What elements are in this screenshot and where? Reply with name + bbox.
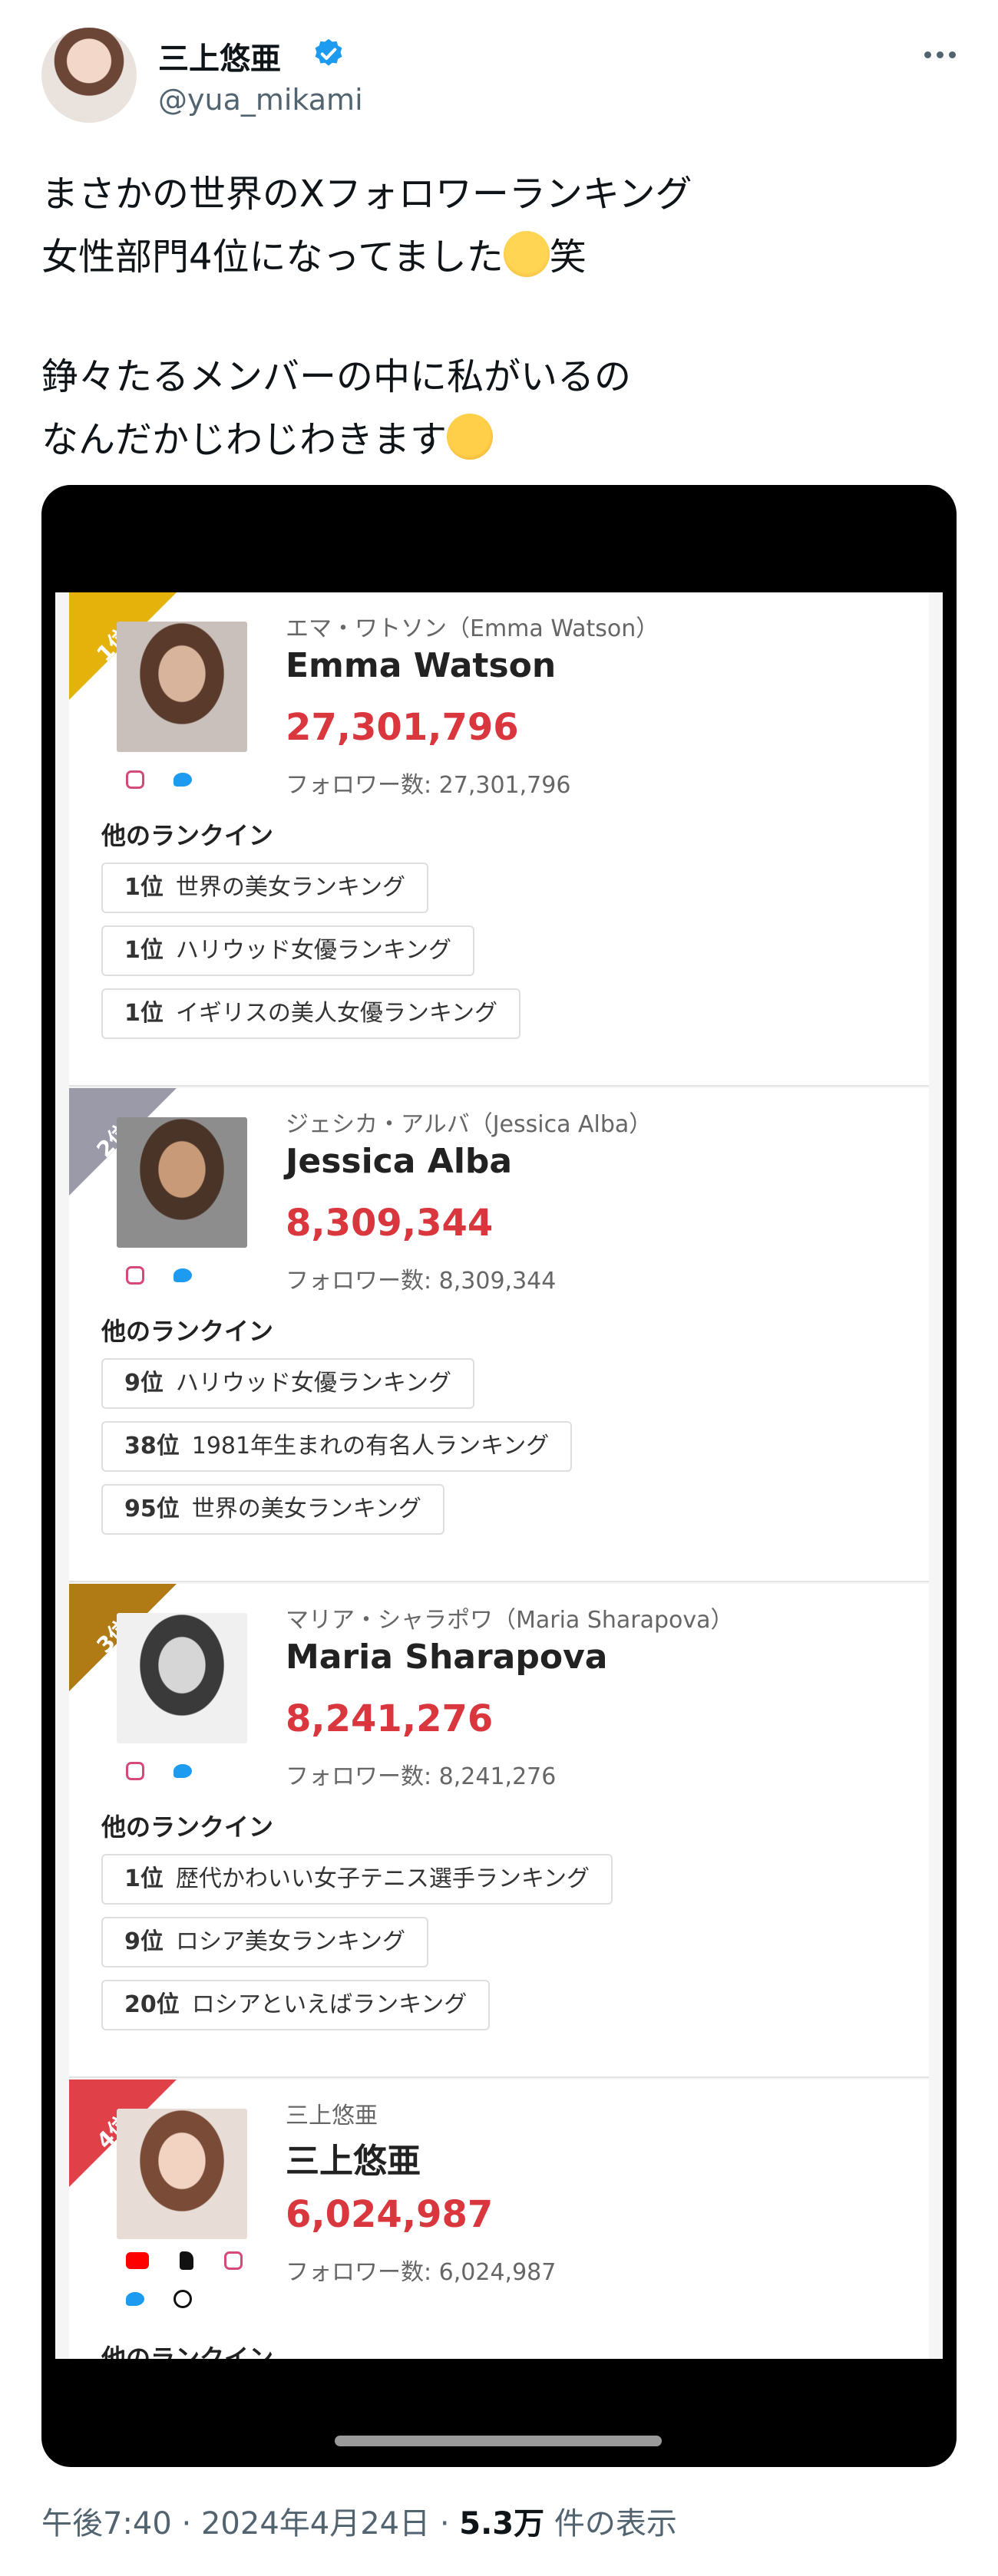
celebrity-name[interactable]: Maria Sharapova bbox=[286, 1638, 607, 1677]
ranking-card-3: 3位 マリア・シャラポワ（Maria Sharapova） Maria Shar… bbox=[69, 1584, 929, 2078]
follower-count: 8,241,276 bbox=[286, 1697, 494, 1740]
ranking-chip[interactable]: 9位 ハリウッド女優ランキング bbox=[101, 1358, 474, 1409]
follower-count: 6,024,987 bbox=[286, 2193, 494, 2236]
ranking-chip[interactable]: 9位 ロシア美女ランキング bbox=[101, 1917, 428, 1967]
tweet-line-2: 女性部門4位になってました笑 bbox=[41, 226, 947, 289]
ranking-chip[interactable]: 95位 世界の美女ランキング bbox=[101, 1484, 444, 1535]
celebrity-photo bbox=[117, 2109, 247, 2239]
tiktok-icon[interactable] bbox=[180, 2251, 193, 2270]
celebrity-name[interactable]: Emma Watson bbox=[286, 646, 556, 685]
instagram-icon[interactable] bbox=[126, 1266, 144, 1285]
other-rankings-title: 他のランクイン bbox=[101, 2343, 274, 2359]
instagram-icon[interactable] bbox=[126, 770, 144, 789]
twitter-icon[interactable] bbox=[126, 2292, 144, 2306]
threads-icon[interactable] bbox=[173, 2290, 192, 2308]
celebrity-photo bbox=[117, 622, 247, 752]
view-count: 5.3万 bbox=[459, 2506, 545, 2541]
other-rankings-list: 1位 歴代かわいい女子テニス選手ランキング 9位 ロシア美女ランキング 20位 ロシア… bbox=[101, 1854, 613, 2043]
other-rankings-title: 他のランクイン bbox=[101, 821, 274, 850]
sns-links bbox=[126, 1762, 192, 1780]
follower-label: フォロワー数: 27,301,796 bbox=[286, 772, 571, 799]
instagram-icon[interactable] bbox=[224, 2251, 243, 2270]
tweet-line-3: 錚々たるメンバーの中に私がいるの bbox=[41, 355, 632, 398]
tweet-line-4: なんだかじわじわきます bbox=[41, 406, 947, 471]
other-rankings-list: 9位 ハリウッド女優ランキング 38位 1981年生まれの有名人ランキング 95位世… bbox=[101, 1358, 573, 1547]
other-rankings-list: 1位 世界の美女ランキング 1位 ハリウッド女優ランキング 1位 イギリスの美人女優ラ… bbox=[101, 863, 520, 1051]
ranking-screenshot: 1位 エマ・ワトソン（Emma Watson） Emma Watson 27,3… bbox=[55, 592, 943, 2359]
celebrity-jp-name: 三上悠亜 bbox=[286, 2103, 378, 2129]
tweet-timestamp[interactable]: 午後7:40 · 2024年4月24日 · bbox=[41, 2506, 459, 2541]
celebrity-name[interactable]: Jessica Alba bbox=[286, 1142, 512, 1181]
sns-links bbox=[126, 2251, 243, 2270]
celebrity-jp-name: ジェシカ・アルバ（Jessica Alba） bbox=[286, 1111, 653, 1138]
youtube-icon[interactable] bbox=[126, 2252, 149, 2269]
follower-count: 8,309,344 bbox=[286, 1202, 494, 1245]
ranking-chip[interactable]: 38位 1981年生まれの有名人ランキング bbox=[101, 1421, 573, 1472]
celebrity-photo bbox=[117, 1613, 247, 1743]
sns-links bbox=[126, 1266, 192, 1285]
ranking-chip[interactable]: 1位 ハリウッド女優ランキング bbox=[101, 925, 474, 976]
kissing-cat-emoji-icon bbox=[503, 231, 550, 277]
twitter-icon[interactable] bbox=[173, 1764, 192, 1778]
rolling-laughing-emoji-icon bbox=[439, 406, 501, 467]
ranking-card-1: 1位 エマ・ワトソン（Emma Watson） Emma Watson 27,3… bbox=[69, 592, 929, 1087]
ranking-chip[interactable]: 1位 イギリスの美人女優ランキング bbox=[101, 988, 520, 1039]
author-name[interactable]: 三上悠亜 bbox=[158, 34, 281, 78]
twitter-icon[interactable] bbox=[173, 1268, 192, 1282]
view-label: 件の表示 bbox=[544, 2506, 677, 2541]
other-rankings-title: 他のランクイン bbox=[101, 1812, 274, 1842]
sns-links bbox=[126, 770, 192, 789]
more-options-icon[interactable] bbox=[917, 35, 963, 74]
ranking-chip[interactable]: 1位 歴代かわいい女子テニス選手ランキング bbox=[101, 1854, 613, 1905]
celebrity-name[interactable]: 三上悠亜 bbox=[286, 2133, 421, 2182]
ranking-chip[interactable]: 1位 世界の美女ランキング bbox=[101, 863, 428, 913]
author-handle[interactable]: @yua_mikami bbox=[158, 83, 363, 117]
other-rankings-title: 他のランクイン bbox=[101, 1317, 274, 1346]
ranking-card-2: 2位 ジェシカ・アルバ（Jessica Alba） Jessica Alba 8… bbox=[69, 1088, 929, 1582]
tweet-text: まさかの世界のXフォロワーランキング 女性部門4位になってました笑 錚々たるメン… bbox=[41, 163, 947, 471]
tweet-media-image[interactable]: 1位 エマ・ワトソン（Emma Watson） Emma Watson 27,3… bbox=[41, 485, 957, 2467]
follower-count: 27,301,796 bbox=[286, 706, 519, 749]
tweet-metadata: 午後7:40 · 2024年4月24日 · 5.3万 件の表示 bbox=[41, 2498, 677, 2543]
sns-links-row-2 bbox=[126, 2290, 192, 2308]
follower-label: フォロワー数: 6,024,987 bbox=[286, 2259, 557, 2286]
ranking-card-4: 4位 三上悠亜 三上悠亜 6,024,987 フォロワー数: 6,024,987… bbox=[69, 2080, 929, 2359]
avatar[interactable] bbox=[41, 28, 137, 123]
follower-label: フォロワー数: 8,309,344 bbox=[286, 1268, 557, 1295]
tweet-line-1: まさかの世界のXフォロワーランキング bbox=[41, 173, 692, 216]
tweet-header: 三上悠亜 @yua_mikami bbox=[41, 28, 963, 127]
ranking-chip[interactable]: 20位 ロシアといえばランキング bbox=[101, 1980, 491, 2030]
follower-label: フォロワー数: 8,241,276 bbox=[286, 1763, 557, 1790]
verified-badge-icon bbox=[315, 38, 342, 66]
celebrity-jp-name: エマ・ワトソン（Emma Watson） bbox=[286, 615, 659, 642]
celebrity-photo bbox=[117, 1117, 247, 1248]
twitter-icon[interactable] bbox=[173, 773, 192, 787]
home-indicator bbox=[335, 2436, 662, 2446]
celebrity-jp-name: マリア・シャラポワ（Maria Sharapova） bbox=[286, 1607, 734, 1634]
instagram-icon[interactable] bbox=[126, 1762, 144, 1780]
